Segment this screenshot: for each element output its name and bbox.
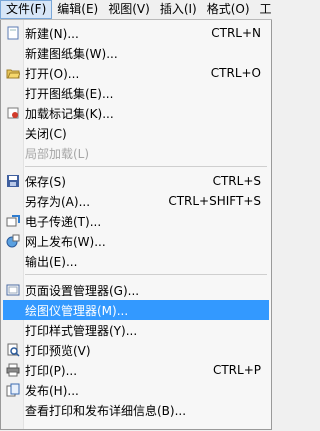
shortcut-label: CTRL+P bbox=[212, 363, 261, 377]
menu-tools[interactable]: 工 bbox=[255, 0, 277, 19]
shortcut-label: CTRL+O bbox=[210, 66, 261, 80]
menu-item-load-markup[interactable]: 加载标记集(K)... bbox=[3, 103, 269, 123]
menu-item-publish-web[interactable]: 网上发布(W)... bbox=[3, 231, 269, 251]
menu-item-label: 保存(S) bbox=[25, 174, 66, 189]
menu-item-label: 打印(P)... bbox=[25, 363, 78, 378]
menu-item-label: 关闭(C) bbox=[25, 126, 67, 141]
menu-file[interactable]: 文件(F) bbox=[0, 0, 53, 19]
menu-bar: 文件(F) 编辑(E) 视图(V) 插入(I) 格式(O) 工 bbox=[0, 0, 272, 20]
publish-web-icon bbox=[5, 233, 21, 249]
menu-item-label: 另存为(A)... bbox=[25, 194, 91, 209]
page-setup-icon bbox=[5, 282, 21, 298]
etransmit-icon bbox=[5, 213, 21, 229]
printer-icon bbox=[5, 362, 21, 378]
shortcut-label: CTRL+SHIFT+S bbox=[168, 194, 261, 208]
save-disk-icon bbox=[5, 173, 21, 189]
menu-item-partial-load: 局部加载(L) bbox=[3, 143, 269, 163]
menu-item-label: 新建图纸集(W)... bbox=[25, 46, 118, 61]
menu-item-new[interactable]: 新建(N)... CTRL+N bbox=[3, 23, 269, 43]
open-folder-icon bbox=[5, 65, 21, 81]
menu-item-label: 加载标记集(K)... bbox=[25, 106, 114, 121]
menu-item-print-preview[interactable]: 打印预览(V) bbox=[3, 340, 269, 360]
menu-item-plot-style-manager[interactable]: 打印样式管理器(Y)... bbox=[3, 320, 269, 340]
menu-item-label: 打印样式管理器(Y)... bbox=[25, 323, 138, 338]
menu-item-open[interactable]: 打开(O)... CTRL+O bbox=[3, 63, 269, 83]
menu-item-label: 网上发布(W)... bbox=[25, 234, 106, 249]
menu-item-page-setup[interactable]: 页面设置管理器(G)... bbox=[3, 280, 269, 300]
menu-item-etransmit[interactable]: 电子传递(T)... bbox=[3, 211, 269, 231]
menu-format[interactable]: 格式(O) bbox=[202, 0, 255, 19]
menu-item-publish[interactable]: 发布(H)... bbox=[3, 380, 269, 400]
menu-item-close[interactable]: 关闭(C) bbox=[3, 123, 269, 143]
menu-insert[interactable]: 插入(I) bbox=[155, 0, 202, 19]
menu-item-print-publish-details[interactable]: 查看打印和发布详细信息(B)... bbox=[3, 400, 269, 420]
markup-set-icon bbox=[5, 105, 21, 121]
menu-item-save-as[interactable]: 另存为(A)... CTRL+SHIFT+S bbox=[3, 191, 269, 211]
menu-item-label: 查看打印和发布详细信息(B)... bbox=[25, 403, 187, 418]
menu-item-label: 电子传递(T)... bbox=[25, 214, 102, 229]
menu-item-label: 局部加载(L) bbox=[25, 146, 90, 161]
menu-edit[interactable]: 编辑(E) bbox=[52, 0, 103, 19]
shortcut-label: CTRL+S bbox=[212, 174, 261, 188]
publish-icon bbox=[5, 382, 21, 398]
menu-item-label: 打印预览(V) bbox=[25, 343, 91, 358]
menu-item-new-sheetset[interactable]: 新建图纸集(W)... bbox=[3, 43, 269, 63]
new-document-icon bbox=[5, 25, 21, 41]
menu-item-label: 发布(H)... bbox=[25, 383, 79, 398]
menu-item-save[interactable]: 保存(S) CTRL+S bbox=[3, 171, 269, 191]
menu-separator bbox=[25, 274, 267, 275]
menu-view[interactable]: 视图(V) bbox=[103, 0, 155, 19]
file-dropdown-menu: 新建(N)... CTRL+N 新建图纸集(W)... 打开(O)... CTR… bbox=[0, 20, 272, 430]
menu-item-label: 输出(E)... bbox=[25, 254, 78, 269]
menu-item-print[interactable]: 打印(P)... CTRL+P bbox=[3, 360, 269, 380]
menu-item-plotter-manager[interactable]: 绘图仪管理器(M)... bbox=[3, 300, 269, 320]
print-preview-icon bbox=[5, 342, 21, 358]
menu-item-open-sheetset[interactable]: 打开图纸集(E)... bbox=[3, 83, 269, 103]
menu-item-label: 打开图纸集(E)... bbox=[25, 86, 114, 101]
menu-item-label: 新建(N)... bbox=[25, 26, 79, 41]
menu-item-label: 打开(O)... bbox=[25, 66, 80, 81]
menu-item-label: 页面设置管理器(G)... bbox=[25, 283, 140, 298]
shortcut-label: CTRL+N bbox=[211, 26, 261, 40]
menu-item-label: 绘图仪管理器(M)... bbox=[25, 303, 129, 318]
menu-item-export[interactable]: 输出(E)... bbox=[3, 251, 269, 271]
menu-separator bbox=[25, 166, 267, 167]
